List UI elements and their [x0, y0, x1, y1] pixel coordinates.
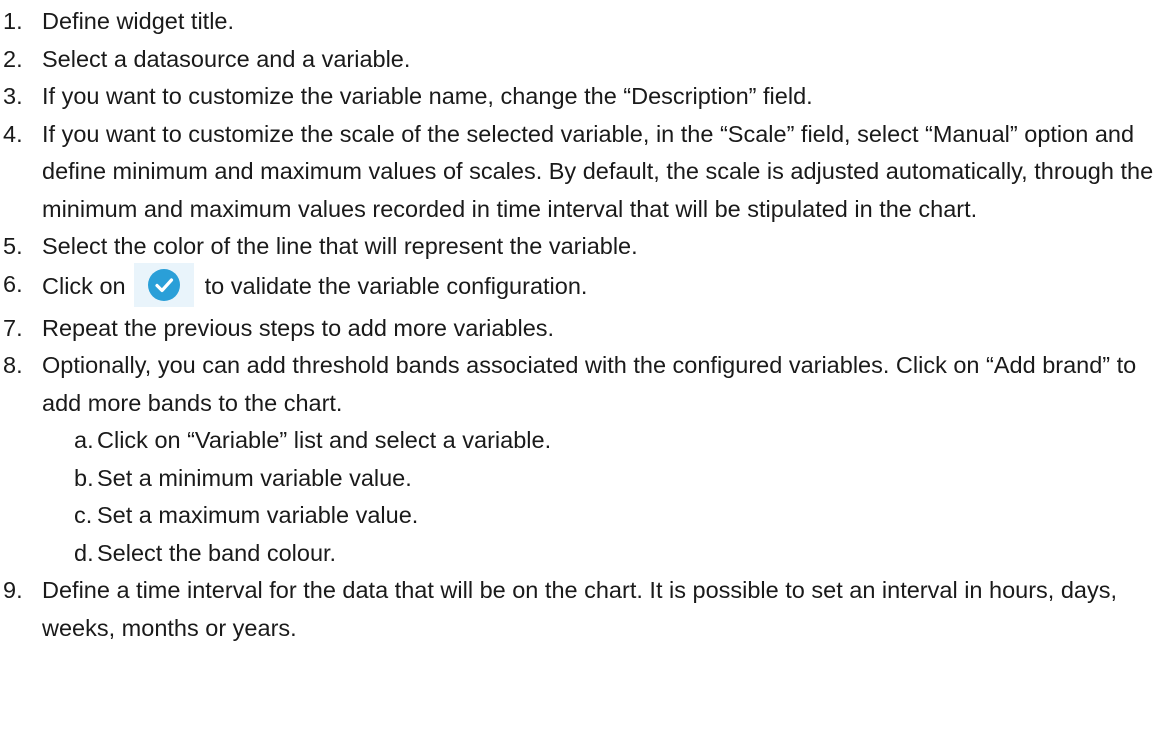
- step-number: 5.: [3, 233, 23, 259]
- step-number: 9.: [3, 577, 23, 603]
- step-number: 4.: [3, 120, 23, 147]
- step-text: Define a time interval for the data that…: [42, 577, 1118, 641]
- step-6: 6. Click on to validate the variable con…: [0, 262, 1174, 310]
- substep-letter: d.: [74, 539, 94, 566]
- substep-b: b. Set a minimum variable value.: [0, 460, 1174, 498]
- step-8: 8. Optionally, you can add threshold ban…: [0, 347, 1174, 422]
- step-text: Define widget title.: [42, 8, 235, 34]
- step-text: Click on to validate the variable config…: [42, 262, 1164, 310]
- substep-text: Select the band colour.: [97, 539, 337, 566]
- step-text: Select the color of the line that will r…: [42, 233, 638, 259]
- step-text: If you want to customize the scale of th…: [42, 120, 1154, 222]
- step-number: 6.: [3, 270, 23, 297]
- step-text: Repeat the previous steps to add more va…: [42, 314, 555, 341]
- substep-text: Click on “Variable” list and select a va…: [97, 427, 552, 453]
- check-circle-icon: [134, 262, 195, 307]
- step-number: 7.: [3, 314, 23, 341]
- substep-text: Set a maximum variable value.: [97, 502, 419, 528]
- step-number: 2.: [3, 45, 23, 72]
- step-text: Optionally, you can add threshold bands …: [42, 352, 1137, 416]
- step-number: 3.: [3, 83, 23, 109]
- substep-letter: a.: [74, 427, 94, 453]
- step-5: 5. Select the color of the line that wil…: [0, 228, 1174, 266]
- substep-letter: b.: [74, 464, 94, 491]
- substep-letter: c.: [74, 502, 93, 528]
- step-text: Select a datasource and a variable.: [42, 45, 411, 72]
- step-8-substeps: a. Click on “Variable” list and select a…: [0, 422, 1174, 572]
- substep-a: a. Click on “Variable” list and select a…: [0, 422, 1174, 460]
- step-text: If you want to customize the variable na…: [42, 83, 813, 109]
- step-7: 7. Repeat the previous steps to add more…: [0, 310, 1174, 348]
- step-1: 1. Define widget title.: [0, 3, 1174, 41]
- instruction-list: 1. Define widget title. 2. Select a data…: [0, 0, 1174, 647]
- step-number: 8.: [3, 352, 23, 378]
- substep-c: c. Set a maximum variable value.: [0, 497, 1174, 535]
- step-3: 3. If you want to customize the variable…: [0, 78, 1174, 116]
- substep-d: d. Select the band colour.: [0, 535, 1174, 573]
- step-2: 2. Select a datasource and a variable.: [0, 41, 1174, 79]
- step-text-before-icon: Click on: [42, 272, 126, 299]
- substep-text: Set a minimum variable value.: [97, 464, 412, 491]
- step-number: 1.: [3, 8, 23, 34]
- step-text-after-icon: to validate the variable configuration.: [204, 272, 588, 299]
- step-4: 4. If you want to customize the scale of…: [0, 116, 1174, 229]
- step-9: 9. Define a time interval for the data t…: [0, 572, 1174, 647]
